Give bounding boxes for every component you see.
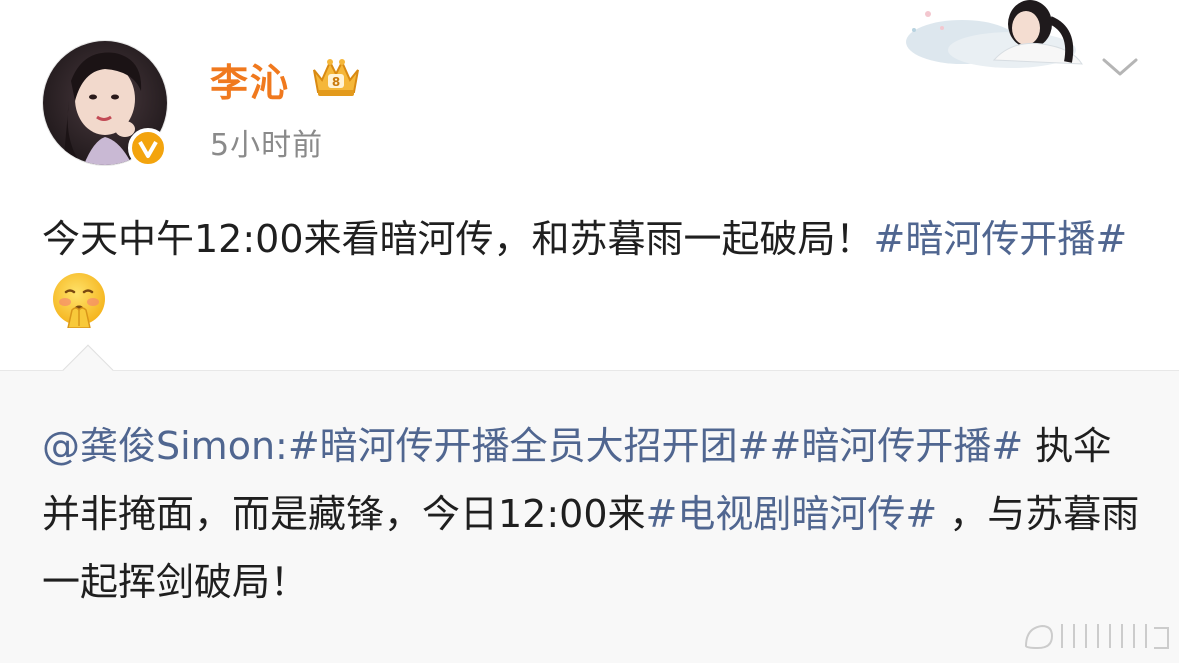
post-timestamp: 5小时前 xyxy=(210,128,324,163)
verified-v-icon xyxy=(128,128,168,168)
topic-link-anhezhuan-kaibo[interactable]: #暗河传开播# xyxy=(770,424,1024,468)
weibo-watermark-icon xyxy=(1022,614,1172,656)
author-avatar[interactable] xyxy=(42,40,168,168)
svg-text:8: 8 xyxy=(332,75,340,89)
chevron-down-icon[interactable] xyxy=(1098,52,1142,82)
topic-link-dianshiju-anhezhuan[interactable]: #电视剧暗河传# xyxy=(646,492,938,536)
author-name[interactable]: 李沁 xyxy=(210,52,290,107)
decorative-card-skin xyxy=(902,0,1092,72)
mention-link-gongjun[interactable]: @龚俊Simon xyxy=(42,424,275,468)
topic-link-anhezhuan-kaibo[interactable]: #暗河传开播# xyxy=(874,217,1128,261)
repost-body-text: @龚俊Simon:#暗河传开播全员大招开团##暗河传开播# 执伞并非掩面，而是藏… xyxy=(42,412,1142,616)
crown-member-badge-icon[interactable]: 8 xyxy=(308,56,364,100)
post-body-text: 今天中午12:00来看暗河传，和苏暮雨一起破局！#暗河传开播# xyxy=(42,208,1142,336)
post-text-segment: 今天中午12:00来看暗河传，和苏暮雨一起破局！ xyxy=(42,217,874,261)
topic-link-quanyuan-dazhao[interactable]: #暗河传开播全员大招开团# xyxy=(288,424,770,468)
weibo-post-card: 李沁 8 5小时前 今天中午12:00来看暗河传，和苏暮雨一起破局！#暗河传开播… xyxy=(0,0,1179,370)
shushing-face-emoji xyxy=(50,270,108,329)
mention-colon: : xyxy=(275,424,288,468)
